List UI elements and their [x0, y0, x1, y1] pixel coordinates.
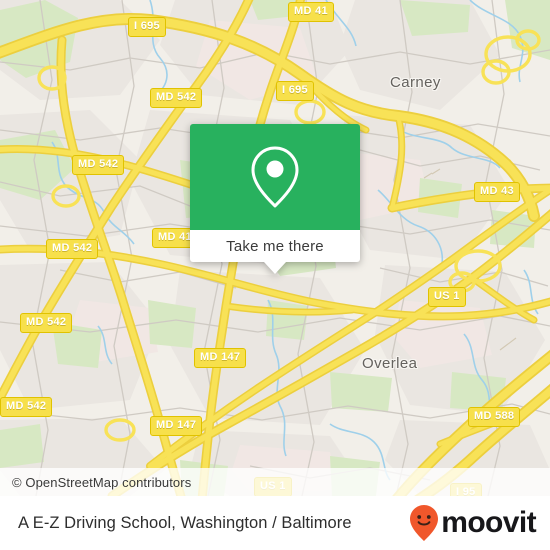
- footer-bar: A E-Z Driving School, Washington / Balti…: [0, 496, 550, 550]
- take-me-there-label: Take me there: [226, 237, 324, 255]
- moovit-smiley-pin-icon: [410, 505, 439, 541]
- road-shield[interactable]: MD 43: [474, 182, 520, 202]
- map-canvas[interactable]: I 695 MD 41 I 695 MD 542 MD 542 MD 43 MD…: [0, 0, 550, 496]
- place-label-carney: Carney: [390, 74, 441, 91]
- road-shield[interactable]: I 695: [276, 81, 314, 101]
- moovit-brand[interactable]: moovit: [409, 504, 537, 542]
- location-title: A E-Z Driving School, Washington / Balti…: [18, 513, 352, 532]
- popup-footer[interactable]: Take me there: [190, 230, 360, 274]
- road-shield[interactable]: MD 41: [288, 2, 334, 22]
- location-popup[interactable]: Take me there: [190, 124, 360, 274]
- map-screenshot: I 695 MD 41 I 695 MD 542 MD 542 MD 43 MD…: [0, 0, 550, 550]
- moovit-wordmark: moovit: [441, 506, 536, 539]
- road-shield[interactable]: MD 542: [0, 397, 53, 417]
- road-shield[interactable]: MD 588: [468, 407, 521, 427]
- osm-attribution-text[interactable]: © OpenStreetMap contributors: [0, 475, 191, 490]
- road-shield[interactable]: MD 542: [72, 155, 125, 175]
- popup-tail: [264, 262, 286, 274]
- road-shield[interactable]: US 1: [428, 287, 466, 307]
- map-attribution-bar: © OpenStreetMap contributors: [0, 468, 550, 496]
- place-label-overlea: Overlea: [362, 355, 418, 372]
- road-shield[interactable]: MD 147: [194, 348, 247, 368]
- road-shield[interactable]: I 695: [128, 17, 166, 37]
- road-shield[interactable]: MD 542: [46, 239, 99, 259]
- road-shield[interactable]: MD 542: [150, 88, 203, 108]
- road-shield[interactable]: MD 542: [20, 313, 73, 333]
- road-shield[interactable]: MD 147: [150, 416, 203, 436]
- location-pin-icon: [251, 146, 299, 208]
- popup-header: [190, 124, 360, 230]
